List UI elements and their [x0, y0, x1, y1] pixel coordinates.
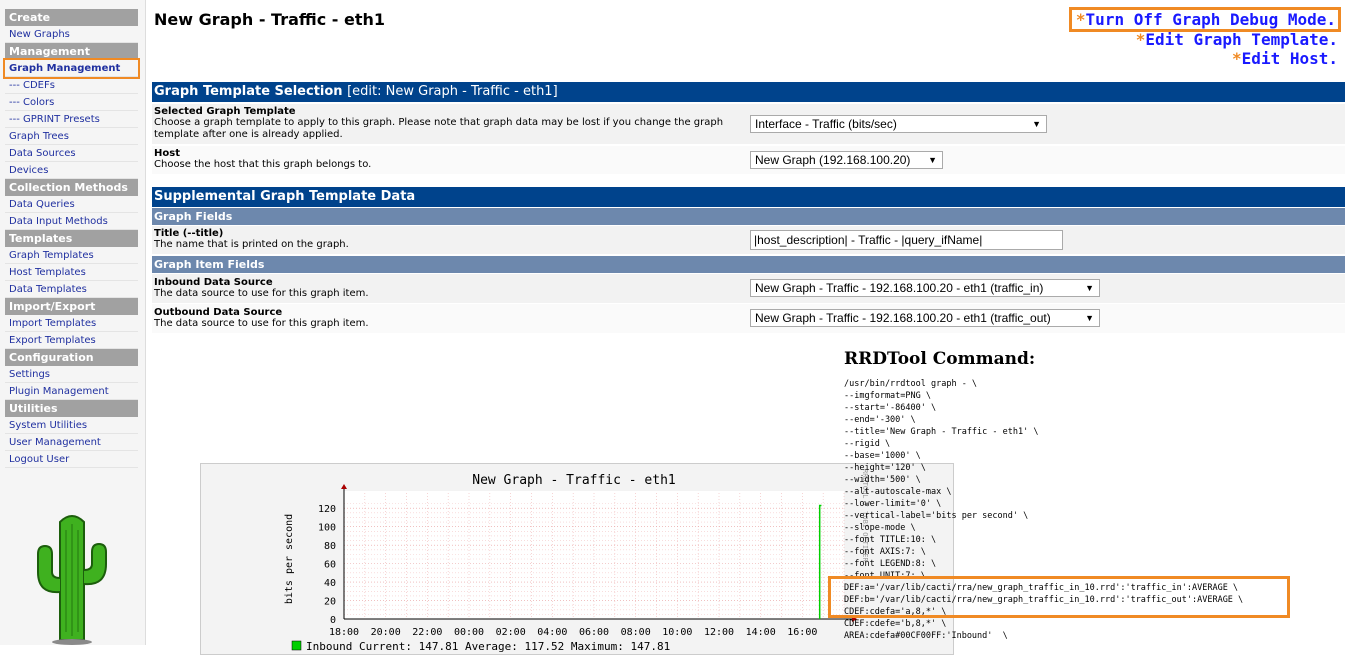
- star-marker: *: [1075, 10, 1086, 29]
- sidebar-item-system-utilities[interactable]: System Utilities: [5, 417, 138, 434]
- template-selection-title: Graph Template Selection: [154, 84, 343, 99]
- edit-graph-template-label: Edit Graph Template.: [1145, 30, 1338, 49]
- x-tick-label: 22:00: [412, 627, 442, 638]
- y-axis-arrow: [341, 484, 347, 489]
- main-content: New Graph - Traffic - eth1 *Turn Off Gra…: [152, 0, 1345, 655]
- inbound-select[interactable]: New Graph - Traffic - 192.168.100.20 - e…: [750, 279, 1100, 297]
- cacti-logo: [37, 515, 107, 645]
- menu-section-utilities: Utilities: [5, 400, 138, 417]
- x-tick-label: 02:00: [496, 627, 526, 638]
- sidebar-item-graph-templates[interactable]: Graph Templates: [5, 247, 138, 264]
- sidebar-item-host-templates[interactable]: Host Templates: [5, 264, 138, 281]
- sidebar-item-data-input-methods[interactable]: Data Input Methods: [5, 213, 138, 230]
- chevron-down-icon: ▼: [1085, 313, 1094, 323]
- menu-section-management: Management: [5, 43, 138, 60]
- outbound-value: New Graph - Traffic - 192.168.100.20 - e…: [755, 311, 1051, 325]
- graph-template-value: Interface - Traffic (bits/sec): [755, 117, 897, 131]
- sidebar-item-export-templates[interactable]: Export Templates: [5, 332, 138, 349]
- menu-section-collection-methods: Collection Methods: [5, 179, 138, 196]
- graph-fields-header: Graph Fields: [152, 208, 1345, 225]
- x-tick-label: 14:00: [746, 627, 776, 638]
- template-selection-header: Graph Template Selection [edit: New Grap…: [152, 82, 1345, 102]
- graph-title-input[interactable]: |host_description| - Traffic - |query_if…: [750, 230, 1063, 250]
- edit-host-label: Edit Host.: [1241, 49, 1338, 68]
- host-row: Host Choose the host that this graph bel…: [152, 146, 1345, 174]
- turn-off-debug-link[interactable]: *Turn Off Graph Debug Mode.: [1068, 7, 1342, 32]
- x-tick-label: 10:00: [662, 627, 692, 638]
- x-tick-label: 08:00: [621, 627, 651, 638]
- sidebar-item-user-management[interactable]: User Management: [5, 434, 138, 451]
- sidebar-item-data-templates[interactable]: Data Templates: [5, 281, 138, 298]
- sidebar-item-cdefs[interactable]: --- CDEFs: [5, 77, 138, 94]
- selected-template-desc: Choose a graph template to apply to this…: [154, 117, 724, 140]
- chevron-down-icon: ▼: [1085, 283, 1094, 293]
- supplemental-header: Supplemental Graph Template Data: [152, 187, 1345, 207]
- inbound-row: Inbound Data Source The data source to u…: [152, 274, 1345, 303]
- graph-title-row: Title (--title) The name that is printed…: [152, 226, 1345, 254]
- x-tick-label: 16:00: [787, 627, 817, 638]
- legend-swatch-inbound: [291, 640, 302, 651]
- sidebar-item-gprint-presets[interactable]: --- GPRINT Presets: [5, 111, 138, 128]
- inbound-value: New Graph - Traffic - 192.168.100.20 - e…: [755, 281, 1044, 295]
- menu-section-create: Create: [5, 9, 138, 26]
- supplemental-title: Supplemental Graph Template Data: [154, 189, 416, 204]
- edit-graph-template-link[interactable]: *Edit Graph Template.: [1136, 30, 1338, 49]
- x-tick-label: 18:00: [329, 627, 359, 638]
- sidebar-item-colors[interactable]: --- Colors: [5, 94, 138, 111]
- template-selection-edit: [edit: New Graph - Traffic - eth1]: [347, 84, 558, 99]
- graph-item-fields-header: Graph Item Fields: [152, 256, 1345, 273]
- y-tick-label: 40: [324, 578, 336, 589]
- sidebar-item-devices[interactable]: Devices: [5, 162, 138, 179]
- graph-template-select[interactable]: Interface - Traffic (bits/sec) ▼: [750, 115, 1047, 133]
- y-tick-label: 0: [330, 615, 336, 626]
- graph-title: New Graph - Traffic - eth1: [472, 473, 676, 488]
- sidebar-item-data-queries[interactable]: Data Queries: [5, 196, 138, 213]
- host-value: New Graph (192.168.100.20): [755, 153, 911, 167]
- traffic-graph: 0 20 40 60 80 100 120 18:00 20:00 22:00 00:00 02:00…: [200, 463, 954, 655]
- outbound-row: Outbound Data Source The data source to …: [152, 304, 1345, 333]
- y-tick-label: 120: [318, 504, 336, 515]
- y-tick-label: 20: [324, 597, 336, 608]
- sidebar-item-logout-user[interactable]: Logout User: [5, 451, 138, 468]
- sidebar-item-data-sources[interactable]: Data Sources: [5, 145, 138, 162]
- star-marker: *: [1232, 49, 1242, 68]
- host-select[interactable]: New Graph (192.168.100.20) ▼: [750, 151, 943, 169]
- sidebar-item-settings[interactable]: Settings: [5, 366, 138, 383]
- menu-section-templates: Templates: [5, 230, 138, 247]
- x-tick-label: 04:00: [537, 627, 567, 638]
- sidebar-item-graph-management[interactable]: Graph Management: [3, 58, 140, 79]
- sidebar-item-import-templates[interactable]: Import Templates: [5, 315, 138, 332]
- chevron-down-icon: ▼: [928, 155, 937, 165]
- page-title: New Graph - Traffic - eth1: [154, 10, 386, 29]
- selected-template-row: Selected Graph Template Choose a graph t…: [152, 104, 1345, 144]
- sidebar-item-new-graphs[interactable]: New Graphs: [5, 26, 138, 43]
- y-tick-label: 100: [318, 523, 336, 534]
- outbound-select[interactable]: New Graph - Traffic - 192.168.100.20 - e…: [750, 309, 1100, 327]
- y-axis-label: bits per second: [284, 514, 295, 604]
- sidebar-item-plugin-management[interactable]: Plugin Management: [5, 383, 138, 400]
- y-tick-label: 60: [324, 560, 336, 571]
- edit-host-link[interactable]: *Edit Host.: [1232, 49, 1338, 68]
- legend-text-inbound: Inbound Current: 147.81 Average: 117.52 …: [306, 640, 670, 653]
- sidebar-item-graph-trees[interactable]: Graph Trees: [5, 128, 138, 145]
- x-tick-label: 00:00: [454, 627, 484, 638]
- turn-off-debug-label: Turn Off Graph Debug Mode.: [1085, 10, 1336, 29]
- x-tick-label: 20:00: [371, 627, 401, 638]
- star-marker: *: [1135, 30, 1146, 49]
- rrd-command-title: RRDTool Command:: [844, 349, 1036, 369]
- y-tick-label: 80: [324, 541, 336, 552]
- sidebar-menu: Create New Graphs Management Graph Manageme…: [0, 9, 145, 468]
- x-tick-label: 12:00: [704, 627, 734, 638]
- menu-section-configuration: Configuration: [5, 349, 138, 366]
- plot-area: [344, 491, 844, 619]
- menu-section-import-export: Import/Export: [5, 298, 138, 315]
- sidebar: Create New Graphs Management Graph Manageme…: [0, 0, 146, 645]
- chevron-down-icon: ▼: [1032, 119, 1041, 129]
- highlight-box: [828, 576, 1290, 618]
- x-tick-label: 06:00: [579, 627, 609, 638]
